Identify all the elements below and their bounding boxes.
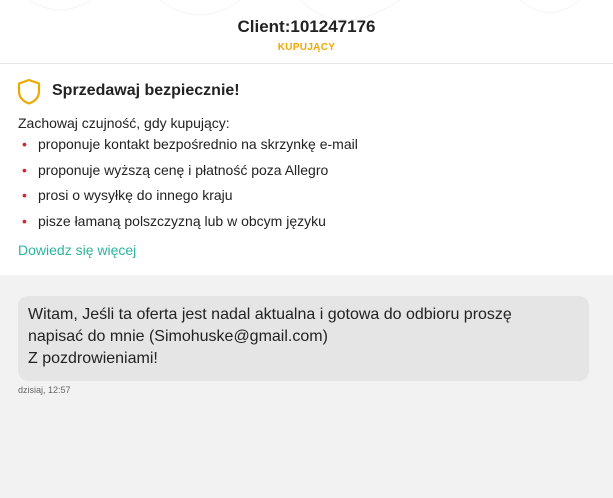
bullet: • <box>22 187 27 203</box>
bullet: • <box>22 136 27 152</box>
buyer-role-label: KUPUJĄCY <box>277 42 336 53</box>
warning-intro: Zachowaj czujność, gdy kupujący: <box>18 115 230 131</box>
message-line: Z pozdrowieniami! <box>28 350 158 367</box>
bullet: • <box>22 212 27 229</box>
message-bubble: Witam, Jeśli ta oferta jest nadal aktual… <box>18 296 589 381</box>
list-item: • pisze łamaną polszczyzną lub w obcym ję… <box>18 211 358 237</box>
list-item-text: pisze łamaną polszczyzną lub w obcym jęz… <box>38 212 326 229</box>
client-title: Client:101247176 <box>237 17 376 36</box>
shield-icon <box>17 78 41 105</box>
conversation-header: Client:101247176 KUPUJĄCY <box>0 0 613 64</box>
bullet: • <box>22 161 27 178</box>
message-line: Witam, Jeśli ta oferta jest nadal aktual… <box>28 306 512 323</box>
learn-more-link[interactable]: Dowiedz się więcej <box>18 242 136 258</box>
list-item: • proponuje kontakt bezpośrednio na skrzy… <box>18 134 358 160</box>
list-item: • proponuje wyższą cenę i płatność poza A… <box>18 160 358 186</box>
safety-warning-panel: Sprzedawaj bezpiecznie! Zachowaj czujnoś… <box>0 64 613 275</box>
list-item-text: proponuje wyższą cenę i płatność poza Al… <box>38 161 329 178</box>
warning-title: Sprzedawaj bezpiecznie! <box>52 82 240 99</box>
warning-list: • proponuje kontakt bezpośrednio na skrzy… <box>18 134 358 236</box>
list-item: • prosi o wysyłkę do innego kraju <box>18 185 358 211</box>
message-timestamp: dzisiaj, 12:57 <box>18 385 71 395</box>
list-item-text: proponuje kontakt bezpośrednio na skrzyn… <box>38 136 358 152</box>
message-line: napisać do mnie (Simohuske@gmail.com) <box>28 328 328 345</box>
list-item-text: prosi o wysyłkę do innego kraju <box>38 187 233 203</box>
